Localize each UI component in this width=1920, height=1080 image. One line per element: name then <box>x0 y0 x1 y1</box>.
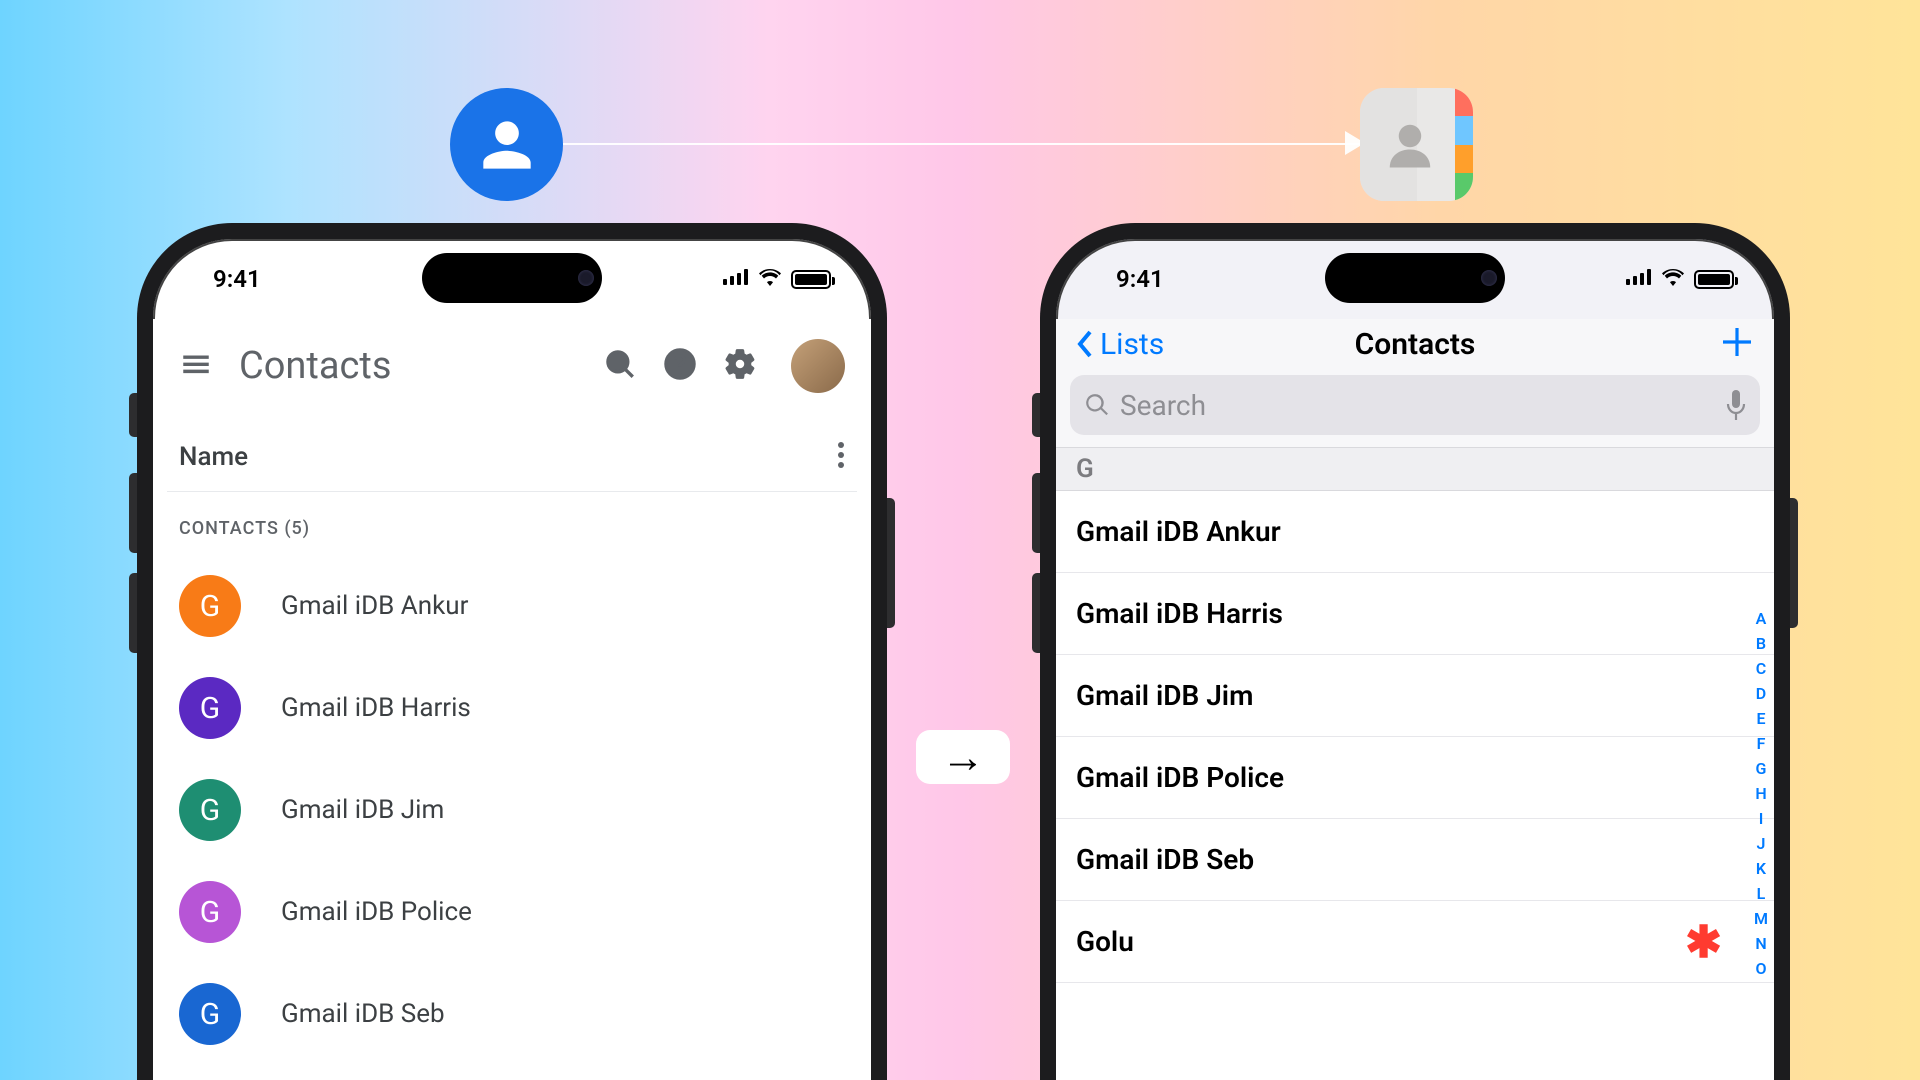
back-button[interactable]: Lists <box>1076 327 1164 362</box>
index-letter[interactable]: M <box>1754 909 1768 928</box>
contact-name: Gmail iDB Seb <box>281 999 445 1029</box>
index-letter[interactable]: L <box>1754 884 1768 903</box>
hamburger-menu-icon[interactable] <box>179 347 213 385</box>
index-letter[interactable]: N <box>1754 934 1768 953</box>
apple-contacts-app-icon <box>1360 88 1473 201</box>
back-label: Lists <box>1100 327 1164 362</box>
mic-icon[interactable] <box>1726 390 1746 420</box>
section-header: CONTACTS (5) <box>153 492 871 555</box>
dynamic-island <box>1325 253 1505 303</box>
contact-row[interactable]: Golu ✱ <box>1056 901 1774 983</box>
cellular-signal-icon <box>1626 269 1652 289</box>
arrow-right-icon: → <box>916 730 1010 784</box>
contact-name: Gmail iDB Jim <box>1076 679 1253 712</box>
contact-name: Gmail iDB Ankur <box>1076 515 1281 548</box>
contact-row[interactable]: G Gmail iDB Ankur <box>167 555 857 657</box>
index-letter[interactable]: I <box>1754 809 1768 828</box>
phone-mockup-apple: 9:41 Lists Contacts <box>1040 223 1790 1080</box>
index-letter[interactable]: H <box>1754 784 1768 803</box>
cellular-signal-icon <box>723 269 749 289</box>
google-contacts-screen: Contacts Name CONTACTS (5) G Gmail iDB An… <box>153 319 871 1080</box>
profile-avatar[interactable] <box>791 339 845 393</box>
emergency-star-icon: ✱ <box>1685 932 1754 952</box>
nav-bar: Lists Contacts <box>1056 319 1774 373</box>
search-input[interactable]: Search <box>1070 375 1760 435</box>
help-icon[interactable] <box>663 347 697 385</box>
contact-name: Gmail iDB Ankur <box>281 591 468 621</box>
contact-row[interactable]: Gmail iDB Seb <box>1056 819 1774 901</box>
page-title: Contacts <box>1355 327 1476 362</box>
app-title: Contacts <box>239 344 577 388</box>
google-contacts-app-icon <box>450 88 563 201</box>
contact-name: Gmail iDB Seb <box>1076 843 1254 876</box>
contact-name: Gmail iDB Harris <box>281 693 471 723</box>
index-letter[interactable]: G <box>1754 759 1768 778</box>
transfer-arrow-line <box>563 143 1360 145</box>
index-letter[interactable]: C <box>1754 659 1768 678</box>
contact-avatar-badge: G <box>179 677 241 739</box>
contact-row[interactable]: Gmail iDB Police <box>1056 737 1774 819</box>
index-letter[interactable]: A <box>1754 609 1768 628</box>
alphabet-index[interactable]: ABCDEFGHIJKLMNO <box>1754 609 1768 978</box>
index-letter[interactable]: B <box>1754 634 1768 653</box>
contact-row[interactable]: Gmail iDB Harris <box>1056 573 1774 655</box>
contact-avatar-badge: G <box>179 575 241 637</box>
phone-mockup-google: 9:41 Contacts Name CONTACTS (5 <box>137 223 887 1080</box>
contact-row[interactable]: Gmail iDB Ankur <box>1056 491 1774 573</box>
add-contact-button[interactable] <box>1720 325 1754 363</box>
section-index-header: G <box>1056 447 1774 491</box>
apple-contacts-screen: Lists Contacts Search G Gmail iDB Ankur G… <box>1056 319 1774 1080</box>
contact-name: Gmail iDB Jim <box>281 795 444 825</box>
search-icon <box>1084 392 1110 418</box>
plus-icon <box>1720 325 1754 359</box>
search-placeholder: Search <box>1120 389 1716 422</box>
index-letter[interactable]: K <box>1754 859 1768 878</box>
more-vert-icon[interactable] <box>837 441 845 473</box>
battery-icon <box>791 270 831 289</box>
index-letter[interactable]: J <box>1754 834 1768 853</box>
contact-row[interactable]: G Gmail iDB Police <box>167 861 857 963</box>
index-letter[interactable]: F <box>1754 734 1768 753</box>
contact-row[interactable]: G Gmail iDB Seb <box>167 963 857 1065</box>
search-icon[interactable] <box>603 347 637 385</box>
contact-avatar-badge: G <box>179 779 241 841</box>
contact-row[interactable]: G Gmail iDB Harris <box>167 657 857 759</box>
index-letter[interactable]: D <box>1754 684 1768 703</box>
contact-row[interactable]: G Gmail iDB Jim <box>167 759 857 861</box>
wifi-icon <box>758 268 782 290</box>
contact-name: Gmail iDB Harris <box>1076 597 1283 630</box>
index-letter[interactable]: E <box>1754 709 1768 728</box>
contact-avatar-badge: G <box>179 983 241 1045</box>
contact-name: Gmail iDB Police <box>281 897 472 927</box>
contact-name: Gmail iDB Police <box>1076 761 1284 794</box>
contact-avatar-badge: G <box>179 881 241 943</box>
battery-icon <box>1694 270 1734 289</box>
index-letter[interactable]: O <box>1754 959 1768 978</box>
contact-row[interactable]: Gmail iDB Jim <box>1056 655 1774 737</box>
gear-icon[interactable] <box>723 347 757 385</box>
dynamic-island <box>422 253 602 303</box>
chevron-left-icon <box>1076 328 1096 360</box>
contact-name: Golu <box>1076 925 1134 958</box>
wifi-icon <box>1661 268 1685 290</box>
sort-label[interactable]: Name <box>179 442 837 472</box>
